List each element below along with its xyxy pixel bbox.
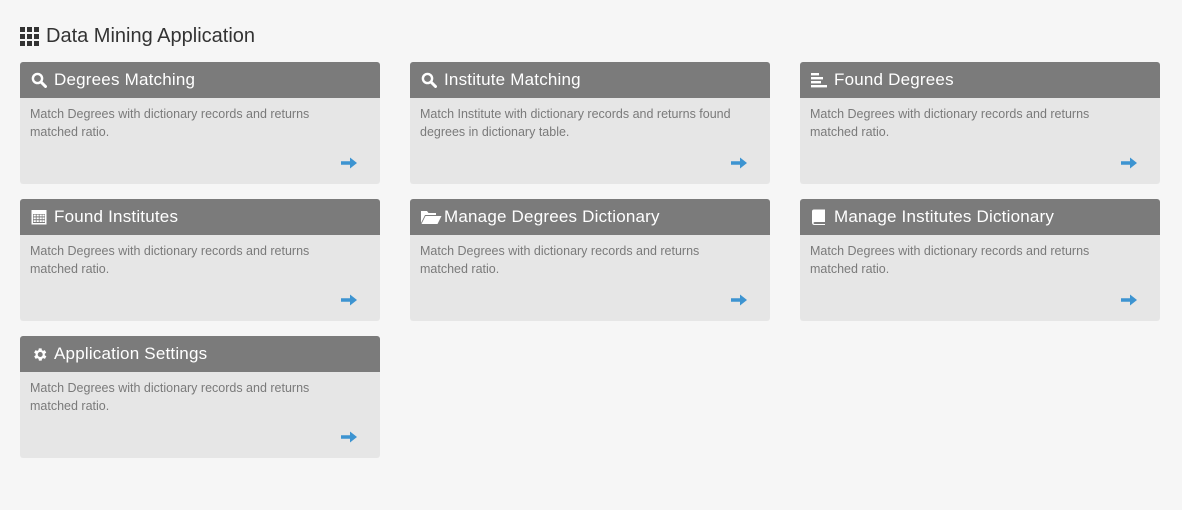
card-description: Match Degrees with dictionary records an… — [810, 107, 1090, 139]
card-header: Degrees Matching — [20, 62, 380, 98]
card-grid: Degrees Matching Match Degrees with dict… — [20, 62, 1160, 458]
card-found-degrees[interactable]: Found Degrees Match Degrees with diction… — [800, 62, 1160, 184]
card-description: Match Degrees with dictionary records an… — [30, 107, 310, 139]
arrow-right-icon[interactable] — [340, 156, 358, 170]
card-manage-degrees-dictionary[interactable]: Manage Degrees Dictionary Match Degrees … — [410, 199, 770, 321]
arrow-right-icon[interactable] — [1120, 156, 1138, 170]
card-header: Found Institutes — [20, 199, 380, 235]
card-degrees-matching[interactable]: Degrees Matching Match Degrees with dict… — [20, 62, 380, 184]
book-icon — [810, 208, 828, 226]
card-title: Manage Institutes Dictionary — [834, 207, 1055, 226]
folder-open-icon — [420, 208, 442, 226]
card-description: Match Degrees with dictionary records an… — [30, 244, 310, 276]
card-found-institutes[interactable]: Found Institutes Match Degrees with dict… — [20, 199, 380, 321]
card-title: Manage Degrees Dictionary — [444, 207, 660, 226]
arrow-right-icon[interactable] — [730, 293, 748, 307]
arrow-right-icon[interactable] — [730, 156, 748, 170]
card-description: Match Degrees with dictionary records an… — [30, 381, 310, 413]
th-grid-icon — [20, 26, 39, 46]
card-header: Found Degrees — [800, 62, 1160, 98]
search-icon — [420, 71, 438, 89]
cog-icon — [30, 345, 48, 363]
card-institute-matching[interactable]: Institute Matching Match Institute with … — [410, 62, 770, 184]
card-title: Institute Matching — [444, 70, 581, 89]
card-title: Application Settings — [54, 344, 208, 363]
search-icon — [30, 71, 48, 89]
align-left-icon — [810, 71, 828, 89]
page-title: Data Mining Application — [46, 25, 256, 47]
card-description: Match Degrees with dictionary records an… — [420, 244, 700, 276]
card-header: Application Settings — [20, 336, 380, 372]
card-header: Manage Institutes Dictionary — [800, 199, 1160, 235]
card-title: Found Degrees — [834, 70, 954, 89]
arrow-right-icon[interactable] — [340, 293, 358, 307]
card-manage-institutes-dictionary[interactable]: Manage Institutes Dictionary Match Degre… — [800, 199, 1160, 321]
card-description: Match Institute with dictionary records … — [420, 107, 731, 139]
card-application-settings[interactable]: Application Settings Match Degrees with … — [20, 336, 380, 458]
arrow-right-icon[interactable] — [340, 430, 358, 444]
arrow-right-icon[interactable] — [1120, 293, 1138, 307]
card-header: Institute Matching — [410, 62, 770, 98]
card-title: Found Institutes — [54, 207, 179, 226]
calendar-icon — [30, 208, 48, 226]
page-header: Data Mining Application — [20, 24, 255, 48]
card-header: Manage Degrees Dictionary — [410, 199, 770, 235]
card-title: Degrees Matching — [54, 70, 196, 89]
card-description: Match Degrees with dictionary records an… — [810, 244, 1090, 276]
